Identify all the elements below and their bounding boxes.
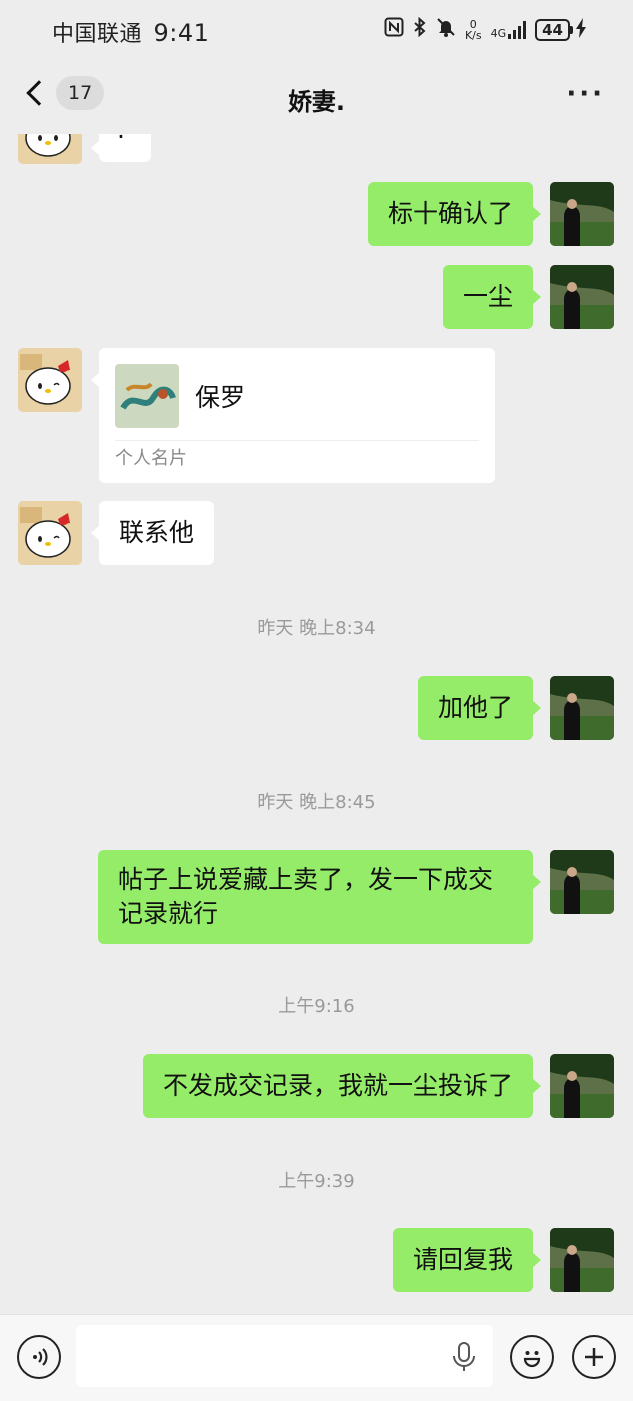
message-input[interactable] bbox=[76, 1325, 493, 1387]
my-avatar[interactable] bbox=[550, 182, 614, 246]
emoji-button[interactable] bbox=[510, 1335, 554, 1379]
contact-avatar[interactable] bbox=[18, 501, 82, 565]
charging-icon bbox=[575, 17, 587, 43]
contact-avatar[interactable] bbox=[18, 348, 82, 412]
network-speed: 0 K/s bbox=[465, 19, 482, 41]
timestamp: 上午9:16 bbox=[278, 996, 355, 1017]
message-outgoing: 一尘 bbox=[0, 265, 633, 329]
message-bubble[interactable]: 请回复我 bbox=[392, 1228, 542, 1292]
message-incoming-partial: · bbox=[0, 134, 633, 164]
signal-icon: 4G bbox=[491, 21, 527, 39]
network-type: 4G bbox=[490, 27, 507, 40]
message-incoming: 联系他 bbox=[0, 501, 633, 565]
battery-icon: 44 bbox=[535, 17, 587, 43]
message-outgoing: 加他了 bbox=[0, 676, 633, 740]
voice-icon bbox=[33, 1348, 48, 1366]
card-avatar-dragon bbox=[115, 364, 179, 428]
unread-count-badge: 17 bbox=[56, 76, 105, 110]
contact-card[interactable]: 保罗 个人名片 bbox=[91, 348, 495, 483]
status-bar: 中国联通 9:41 0 K/s 4G 44 bbox=[0, 0, 633, 62]
more-functions-button[interactable] bbox=[572, 1335, 616, 1379]
message-outgoing: 帖子上说爱藏上卖了，发一下成交记录就行 bbox=[0, 850, 633, 944]
chat-header: 17 娇妻. ··· bbox=[0, 62, 633, 134]
message-outgoing: 标十确认了 bbox=[0, 182, 633, 246]
input-bar bbox=[0, 1314, 633, 1401]
my-avatar[interactable] bbox=[550, 850, 614, 914]
message-bubble[interactable]: 加他了 bbox=[417, 676, 542, 740]
card-divider bbox=[115, 440, 479, 441]
status-icons: 0 K/s 4G 44 bbox=[384, 16, 587, 43]
clock: 9:41 bbox=[153, 19, 210, 47]
back-button[interactable]: 17 bbox=[22, 76, 105, 110]
voice-mode-button[interactable] bbox=[17, 1335, 61, 1379]
more-options-button[interactable]: ··· bbox=[566, 81, 605, 107]
card-contact-name: 保罗 bbox=[195, 383, 246, 412]
plus-icon bbox=[585, 1348, 603, 1366]
timestamp: 上午9:39 bbox=[278, 1171, 355, 1192]
message-outgoing: 请回复我 bbox=[0, 1228, 633, 1292]
bell-muted-icon bbox=[436, 17, 456, 43]
network-speed-unit: K/s bbox=[464, 29, 482, 42]
emoji-icon bbox=[523, 1351, 541, 1368]
message-bubble[interactable]: 帖子上说爱藏上卖了，发一下成交记录就行 bbox=[98, 850, 541, 944]
message-incoming-card: 保罗 个人名片 bbox=[0, 348, 633, 483]
message-bubble[interactable]: 标十确认了 bbox=[367, 182, 542, 246]
carrier-and-time: 中国联通 9:41 bbox=[52, 16, 209, 48]
message-bubble[interactable]: 一尘 bbox=[442, 265, 542, 329]
message-bubble[interactable]: 联系他 bbox=[90, 501, 215, 565]
microphone-icon[interactable] bbox=[450, 1341, 478, 1377]
my-avatar[interactable] bbox=[550, 676, 614, 740]
card-type-label: 个人名片 bbox=[115, 448, 187, 469]
timestamp: 昨天 晚上8:34 bbox=[257, 618, 376, 639]
message-list[interactable]: · 标十确认了 一尘 保罗 个人名片 联系他 昨天 晚上8:34 加他了 昨天 … bbox=[0, 134, 633, 1314]
carrier-name: 中国联通 bbox=[52, 22, 143, 47]
my-avatar[interactable] bbox=[550, 1228, 614, 1292]
bluetooth-icon bbox=[413, 16, 427, 43]
nfc-icon bbox=[384, 17, 404, 43]
contact-avatar[interactable] bbox=[18, 134, 82, 164]
battery-level: 44 bbox=[535, 19, 570, 41]
message-outgoing: 不发成交记录，我就一尘投诉了 bbox=[0, 1054, 633, 1118]
back-arrow-icon bbox=[26, 80, 52, 106]
message-bubble[interactable]: 不发成交记录，我就一尘投诉了 bbox=[142, 1054, 542, 1118]
my-avatar[interactable] bbox=[550, 265, 614, 329]
message-bubble[interactable]: · bbox=[91, 134, 151, 162]
timestamp: 昨天 晚上8:45 bbox=[257, 792, 376, 813]
my-avatar[interactable] bbox=[550, 1054, 614, 1118]
